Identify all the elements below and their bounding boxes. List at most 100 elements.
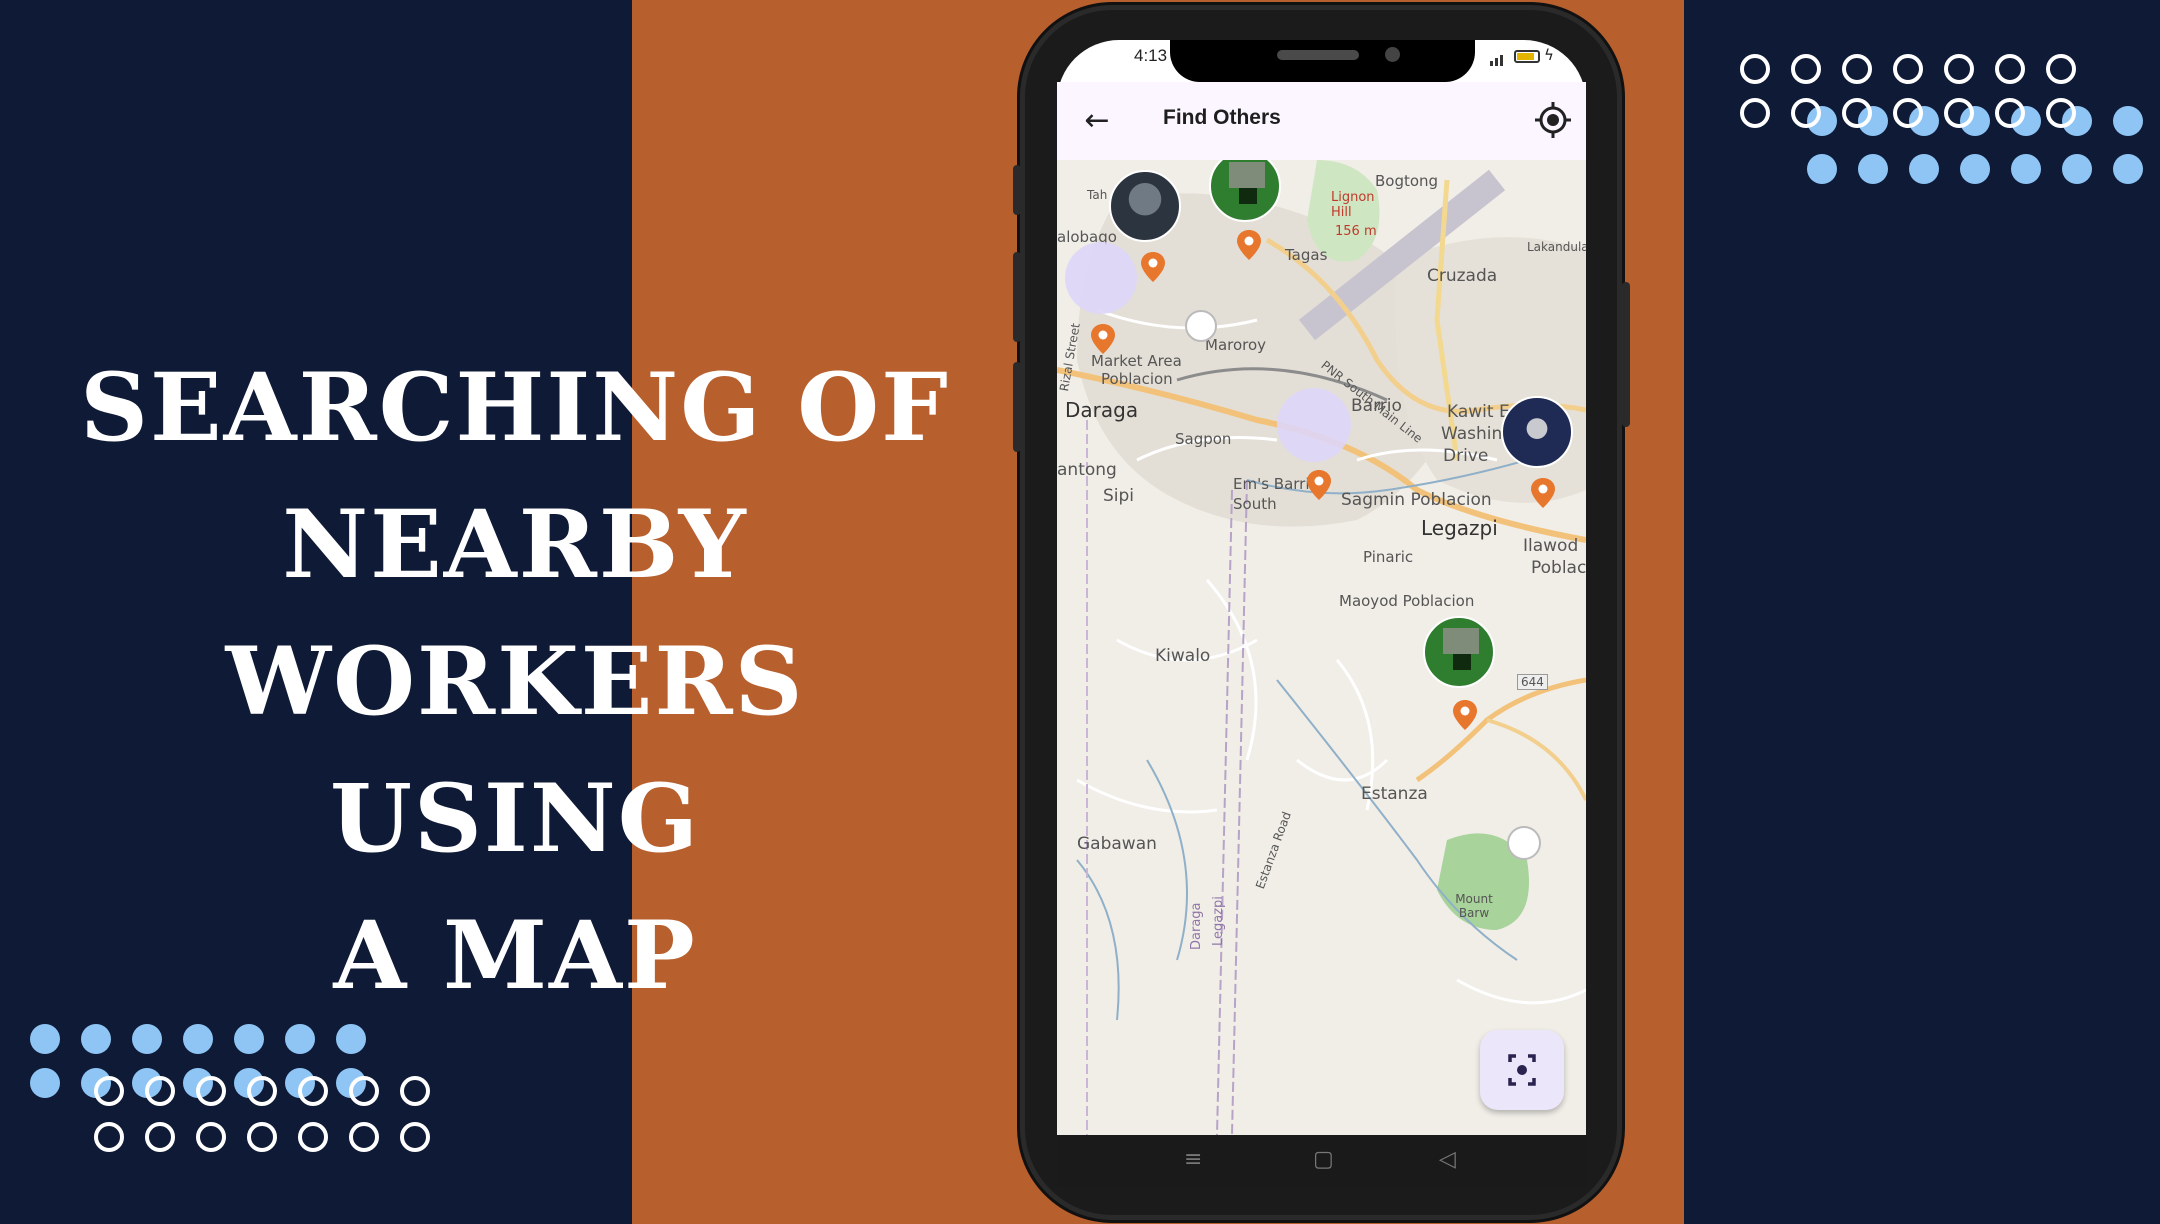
scan-focus-icon xyxy=(1508,1054,1536,1086)
decorative-ring-dot xyxy=(94,1122,124,1152)
front-camera xyxy=(1385,47,1400,62)
map-label: Sipi xyxy=(1103,486,1135,506)
map-label: Sagpon xyxy=(1175,430,1232,448)
decorative-ring-dot xyxy=(400,1122,430,1152)
decorative-ring-dot xyxy=(1842,54,1872,84)
home-icon[interactable]: ▢ xyxy=(1313,1147,1334,1173)
map-label: Daraga xyxy=(1189,902,1204,950)
decorative-filled-dot xyxy=(1858,154,1888,184)
decorative-ring-dot xyxy=(400,1076,430,1106)
decorative-ring-dot xyxy=(1740,98,1770,128)
map-point-marker[interactable] xyxy=(1507,826,1541,860)
decorative-dots-bottom-left xyxy=(30,1024,450,1164)
headline: SEARCHING OF NEARBY WORKERS USING A MAP xyxy=(30,340,1000,1025)
decorative-filled-dot xyxy=(132,1024,162,1054)
decorative-ring-dot xyxy=(247,1076,277,1106)
decorative-filled-dot xyxy=(285,1024,315,1054)
location-pin-icon[interactable] xyxy=(1237,230,1261,260)
charging-icon: ϟ xyxy=(1544,46,1554,64)
location-pin-icon[interactable] xyxy=(1531,478,1555,508)
scan-focus-button[interactable] xyxy=(1480,1030,1564,1110)
location-pin-icon[interactable] xyxy=(1091,324,1115,354)
map-label: Gabawan xyxy=(1077,834,1157,854)
decorative-filled-dot xyxy=(30,1068,60,1098)
map-label: Pinaric xyxy=(1363,548,1414,566)
signal-icon-bar xyxy=(1495,58,1498,66)
speaker-grille xyxy=(1277,50,1359,60)
worker-avatar-marker[interactable] xyxy=(1501,396,1573,468)
decorative-filled-dot xyxy=(30,1024,60,1054)
worker-avatar-marker[interactable] xyxy=(1109,170,1181,242)
phone-side-button xyxy=(1013,165,1021,215)
map-label: Sagmin Poblacion xyxy=(1341,490,1492,510)
map-base-layer xyxy=(1057,160,1586,1135)
decorative-filled-dot xyxy=(81,1024,111,1054)
decorative-ring-dot xyxy=(2046,98,2076,128)
decorative-filled-dot xyxy=(2113,106,2143,136)
recent-apps-icon[interactable]: ≡ xyxy=(1184,1147,1202,1173)
back-icon[interactable]: ◁ xyxy=(1439,1147,1456,1173)
map-label: Legazpi xyxy=(1211,896,1226,946)
decorative-ring-dot xyxy=(1995,54,2025,84)
phone-side-button xyxy=(1013,252,1021,342)
decorative-ring-dot xyxy=(145,1076,175,1106)
location-pin-icon[interactable] xyxy=(1453,700,1477,730)
decorative-ring-dot xyxy=(349,1076,379,1106)
phone-power-button xyxy=(1622,282,1630,427)
decorative-filled-dot xyxy=(234,1024,264,1054)
decorative-filled-dot xyxy=(336,1024,366,1054)
decorative-dots-top-right xyxy=(1740,54,2143,184)
map-label: Kawit E xyxy=(1447,402,1510,422)
decorative-ring-dot xyxy=(1791,98,1821,128)
map-label: Market Area xyxy=(1091,352,1182,370)
map-label: Kiwalo xyxy=(1155,646,1211,666)
location-pin-icon[interactable] xyxy=(1307,470,1331,500)
decorative-ring-dot xyxy=(1740,54,1770,84)
location-pin-icon[interactable] xyxy=(1141,252,1165,282)
decorative-filled-dot xyxy=(2113,154,2143,184)
map-label: Maoyod Poblacion xyxy=(1339,592,1475,610)
decorative-ring-dot xyxy=(196,1122,226,1152)
app-bar: ← Find Others xyxy=(1057,82,1586,160)
headline-line-3: WORKERS USING xyxy=(225,627,805,874)
page-title: Find Others xyxy=(1163,106,1281,129)
map-label: Tah xyxy=(1087,188,1108,202)
worker-marker-placeholder[interactable] xyxy=(1277,388,1351,462)
map-label: Mount Barw xyxy=(1455,892,1493,920)
map-point-marker[interactable] xyxy=(1185,310,1217,342)
decorative-ring-dot xyxy=(145,1122,175,1152)
map-label: Legazpi xyxy=(1421,516,1498,540)
map-label: Maroroy xyxy=(1205,336,1267,354)
decorative-ring-dot xyxy=(1893,54,1923,84)
decorative-ring-dot xyxy=(1995,98,2025,128)
map-label: Tagas xyxy=(1285,246,1328,264)
map-label: Bogtong xyxy=(1375,172,1439,190)
headline-line-4: A MAP xyxy=(333,901,697,1011)
decorative-filled-dot xyxy=(1960,154,1990,184)
decorative-ring-dot xyxy=(2046,54,2076,84)
map-label: 156 m xyxy=(1335,224,1377,239)
my-location-icon[interactable] xyxy=(1533,100,1573,140)
map-label: Lakandula xyxy=(1527,240,1586,254)
map-label: 644 xyxy=(1517,674,1548,690)
signal-icon-bar xyxy=(1500,55,1503,66)
decorative-ring-dot xyxy=(1944,54,1974,84)
map-label: Estanza xyxy=(1361,784,1428,804)
decorative-ring-dot xyxy=(247,1122,277,1152)
arrow-left-icon[interactable]: ← xyxy=(1077,102,1117,142)
headline-line-1: SEARCHING OF xyxy=(80,353,950,463)
decorative-filled-dot xyxy=(1807,154,1837,184)
decorative-ring-dot xyxy=(1842,98,1872,128)
system-nav-bar: ≡ ▢ ◁ xyxy=(1057,1135,1586,1186)
map-label: Cruzada xyxy=(1427,266,1498,286)
map-label: Drive xyxy=(1443,446,1489,466)
worker-marker-placeholder[interactable] xyxy=(1065,242,1137,314)
battery-icon xyxy=(1514,50,1540,63)
map-label: Washin xyxy=(1441,424,1503,444)
decorative-ring-dot xyxy=(196,1076,226,1106)
phone-notch xyxy=(1170,40,1475,82)
worker-avatar-marker[interactable] xyxy=(1423,616,1495,688)
map-label: antong xyxy=(1057,460,1117,480)
phone-side-button xyxy=(1013,362,1021,452)
map-view[interactable]: Tah alobaqo Bogtong Lignon Hill 156 m La… xyxy=(1057,160,1586,1135)
